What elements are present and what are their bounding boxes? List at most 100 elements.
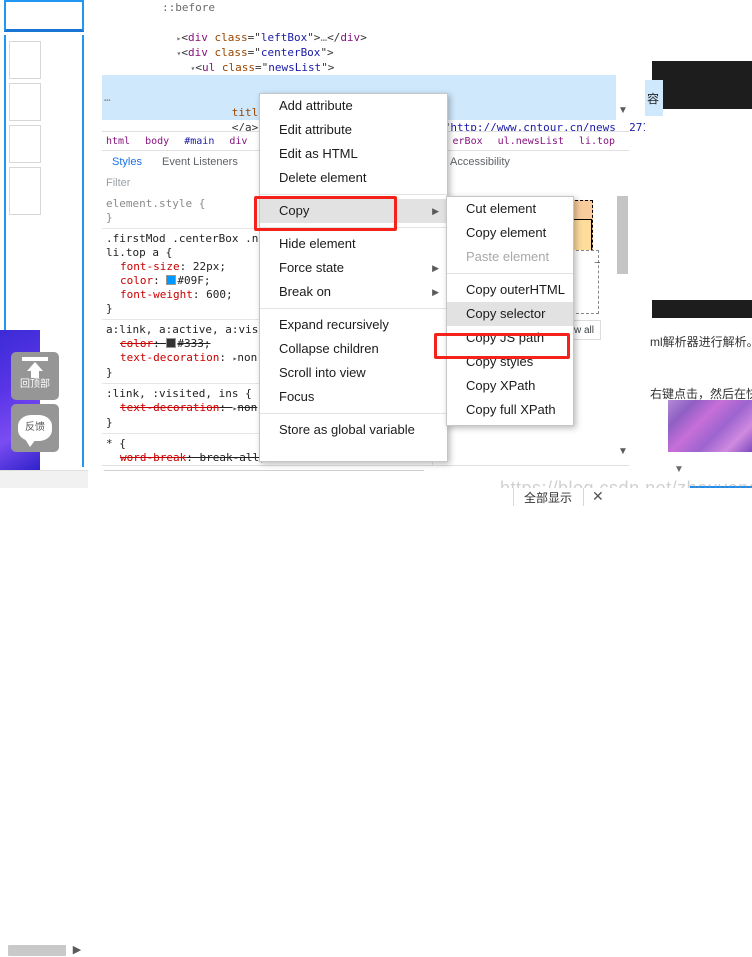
menu-item-collapse-children[interactable]: Collapse children <box>260 337 447 361</box>
dom-tree-scrollbar[interactable]: ▼ <box>616 0 629 131</box>
prop-name[interactable]: font-size <box>106 260 180 273</box>
menu-item-force-state[interactable]: Force state ▶ <box>260 256 447 280</box>
prop-name[interactable]: text-decoration <box>106 351 219 364</box>
page-thumb-1 <box>9 41 41 79</box>
menu-item-copy-outerhtml[interactable]: Copy outerHTML <box>447 278 573 302</box>
menu-item-break-on[interactable]: Break on ▶ <box>260 280 447 304</box>
prop-name[interactable]: font-weight <box>106 288 193 301</box>
breadcrumb-item-litop[interactable]: li.top <box>579 136 615 147</box>
status-bar <box>0 488 752 506</box>
prop-name[interactable]: text-decoration <box>106 401 219 414</box>
page-dark-banner <box>652 61 752 109</box>
up-arrow-stem-icon <box>31 371 39 378</box>
menu-item-store-as-global-variable[interactable]: Store as global variable <box>260 418 447 442</box>
menu-item-copy-styles[interactable]: Copy styles <box>447 350 573 374</box>
menu-item-edit-as-html[interactable]: Edit as HTML <box>260 142 447 166</box>
back-to-top-button[interactable]: 回顶部 <box>11 352 59 400</box>
prop-value[interactable]: 22px; <box>193 260 226 273</box>
breadcrumb-item-centerbox[interactable]: erBox <box>453 136 483 147</box>
prop-name[interactable]: color <box>106 274 153 287</box>
breadcrumb-item-div[interactable]: div <box>229 136 247 147</box>
tab-event-listeners[interactable]: Event Listeners <box>154 151 246 173</box>
chevron-down-icon[interactable]: ▼ <box>674 464 684 475</box>
chevron-down-icon[interactable]: ▼ <box>618 105 628 116</box>
dom-line-leftbox[interactable]: ▸<div class="leftBox">…</div> <box>102 15 629 44</box>
copy-submenu[interactable]: Cut element Copy element Paste element C… <box>446 196 574 426</box>
page-thumb-3 <box>9 125 41 163</box>
prop-value[interactable]: non <box>237 401 257 414</box>
menu-item-cut-element[interactable]: Cut element <box>447 197 573 221</box>
tag-name-close: div <box>340 31 361 44</box>
color-swatch-icon[interactable] <box>166 275 177 285</box>
prop-value[interactable]: break-all; <box>199 451 265 464</box>
prop-value[interactable]: 600; <box>206 288 233 301</box>
context-menu[interactable]: Add attribute Edit attribute Edit as HTM… <box>259 93 448 462</box>
breadcrumb-item-body[interactable]: body <box>145 136 169 147</box>
attr-name: class <box>214 46 248 59</box>
page-text-line-1: ml解析器进行解析。 <box>650 335 752 349</box>
prop-name[interactable]: word-break <box>106 451 186 464</box>
feedback-bubble-icon: 反馈 <box>18 415 52 447</box>
menu-item-paste-element: Paste element <box>466 249 550 264</box>
menu-item-edit-attribute[interactable]: Edit attribute <box>260 118 447 142</box>
back-to-top-bar-icon <box>22 357 48 361</box>
page-scrollbar-thumb[interactable] <box>8 945 66 956</box>
feedback-label: 反馈 <box>25 422 45 433</box>
page-card-top <box>4 0 84 32</box>
submenu-arrow-icon: ▶ <box>432 263 439 273</box>
breadcrumb-item-html[interactable]: html <box>106 136 130 147</box>
tag-name: div <box>187 46 208 59</box>
color-swatch-icon[interactable] <box>166 338 177 348</box>
page-thumb-2 <box>9 83 41 121</box>
page-dark-banner-2 <box>652 300 752 318</box>
menu-item-focus[interactable]: Focus <box>260 385 447 409</box>
menu-separator <box>260 227 447 228</box>
chevron-down-icon[interactable]: ▼ <box>618 446 628 457</box>
prop-value[interactable]: #333; <box>177 337 210 350</box>
attr-value: newsList <box>268 61 322 74</box>
menu-separator <box>447 273 573 274</box>
menu-separator <box>260 308 447 309</box>
menu-item-copy[interactable]: Copy ▶ <box>260 199 447 223</box>
breadcrumb-item-main[interactable]: #main <box>184 136 214 147</box>
menu-item-copy-element[interactable]: Copy element <box>447 221 573 245</box>
tab-accessibility[interactable]: Accessibility <box>442 151 518 173</box>
prop-value[interactable]: non <box>237 351 257 364</box>
menu-item-copy-full-xpath[interactable]: Copy full XPath <box>447 398 573 422</box>
highlighted-text-char: 容 <box>647 92 660 106</box>
tag-name: div <box>187 31 208 44</box>
menu-item-expand-recursively[interactable]: Expand recursively <box>260 313 447 337</box>
status-divider <box>513 488 514 506</box>
menu-separator <box>260 413 447 414</box>
prop-value[interactable]: #09F; <box>177 274 210 287</box>
menu-item-delete-element[interactable]: Delete element <box>260 166 447 190</box>
page-horizontal-scrollbar[interactable]: ▶ <box>0 470 88 956</box>
page-thumb-4 <box>9 167 41 215</box>
page-thumbnail-image <box>668 400 752 452</box>
feedback-button[interactable]: 反馈 <box>11 404 59 452</box>
attr-name: class <box>214 31 248 44</box>
tag-name: ul <box>201 61 216 74</box>
menu-item-hide-element[interactable]: Hide element <box>260 232 447 256</box>
node-badge-ellipsis[interactable]: … <box>104 90 111 105</box>
styles-scrollbar-thumb[interactable] <box>617 196 628 274</box>
bookmarks-bar: blog.csdn.net ▾ 1 <box>645 33 752 62</box>
close-icon[interactable]: ✕ <box>592 488 604 505</box>
menu-item-add-attribute[interactable]: Add attribute <box>260 94 447 118</box>
tab-styles[interactable]: Styles <box>104 151 150 175</box>
menu-item-copy-label: Copy <box>279 203 310 218</box>
menu-item-scroll-into-view[interactable]: Scroll into view <box>260 361 447 385</box>
menu-item-copy-xpath[interactable]: Copy XPath <box>447 374 573 398</box>
breadcrumb-item-newslist[interactable]: ul.newsList <box>498 136 564 147</box>
show-all-downloads-button[interactable]: 全部显示 <box>524 489 572 506</box>
menu-item-copy-js-path[interactable]: Copy JS path <box>447 326 573 350</box>
submenu-arrow-icon: ▶ <box>432 287 439 297</box>
dom-line-before[interactable]: ::before <box>102 0 629 15</box>
status-divider-2 <box>583 488 584 506</box>
chevron-right-icon[interactable]: ▶ <box>70 943 84 957</box>
browser-toolbar: 共享 ▾ <box>645 0 752 33</box>
prop-name[interactable]: color <box>106 337 153 350</box>
menu-separator <box>260 194 447 195</box>
up-arrow-icon <box>27 362 43 371</box>
menu-item-copy-selector[interactable]: Copy selector <box>447 302 573 326</box>
